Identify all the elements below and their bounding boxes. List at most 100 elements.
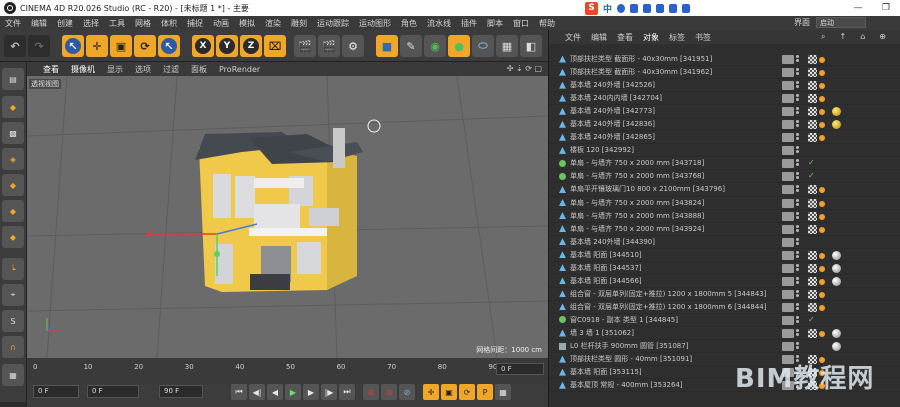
viewport-menu-item[interactable]: 摄像机 (71, 64, 95, 75)
rotate-icon[interactable]: ⟳ (134, 35, 156, 57)
start-frame-field[interactable]: 0 F (33, 385, 79, 398)
material-dot-icon[interactable] (819, 226, 825, 233)
material-dot-icon[interactable] (819, 122, 825, 129)
object-manager-menu-item[interactable]: 标签 (669, 32, 685, 43)
menu-item[interactable]: 脚本 (482, 18, 508, 29)
uvw-tag-icon[interactable] (808, 263, 817, 273)
visibility-dots-icon[interactable] (796, 159, 800, 167)
subdivision-icon[interactable]: ◉ (424, 35, 446, 57)
material-sphere-icon[interactable] (832, 276, 841, 286)
material-dot-icon[interactable] (819, 265, 825, 272)
ime-mic-icon[interactable] (643, 3, 652, 13)
scale-icon[interactable]: ▣ (110, 35, 132, 57)
edges-mode-icon[interactable]: ◆ (2, 200, 24, 222)
record-icon[interactable]: ⊘ (363, 384, 379, 400)
layer-checkbox-icon[interactable] (782, 302, 794, 312)
visibility-dots-icon[interactable] (796, 224, 800, 233)
object-row[interactable]: 楼板 120 [342992] (549, 144, 900, 158)
uvw-tag-icon[interactable] (808, 55, 817, 64)
menu-item[interactable]: 体积 (156, 18, 182, 29)
layer-checkbox-icon[interactable] (782, 55, 794, 64)
home-icon[interactable]: ⌂ (860, 32, 865, 42)
polygons-mode-icon[interactable]: ◆ (2, 226, 24, 248)
material-dot-icon[interactable] (819, 200, 825, 207)
viewport-menu-item[interactable]: 过滤 (163, 64, 179, 75)
material-dot-icon[interactable] (819, 330, 825, 337)
undo-icon[interactable]: ↶ (4, 35, 26, 57)
snap-icon[interactable]: S (2, 310, 24, 332)
timeline-ruler[interactable]: 0 10 20 30 40 50 60 70 80 90 (33, 363, 497, 377)
visibility-dots-icon[interactable] (796, 237, 800, 246)
material-sphere-icon[interactable] (832, 250, 841, 260)
object-row[interactable]: 单扇 - 与墙齐 750 x 2000 mm [343924] (549, 223, 900, 236)
visibility-dots-icon[interactable] (796, 263, 800, 272)
enabled-check-icon[interactable]: ✓ (808, 172, 817, 181)
magnet-icon[interactable]: ∩ (2, 336, 24, 358)
menu-item[interactable]: 窗口 (508, 18, 534, 29)
cloner-icon[interactable]: ● (448, 35, 470, 57)
uvw-tag-icon[interactable] (808, 120, 817, 130)
deformer-icon[interactable]: ⬭ (472, 35, 494, 57)
move-icon[interactable]: ✛ (86, 35, 108, 57)
ime-keyboard-icon[interactable] (656, 3, 665, 13)
material-dot-icon[interactable] (819, 57, 825, 63)
uvw-tag-icon[interactable] (808, 94, 817, 104)
gold-material-icon[interactable] (832, 120, 841, 130)
key-position-icon[interactable]: ✛ (423, 384, 439, 400)
camera-icon[interactable]: ◧ (520, 35, 542, 57)
visibility-dots-icon[interactable] (796, 342, 800, 350)
material-dot-icon[interactable] (819, 83, 825, 90)
uvw-tag-icon[interactable] (808, 224, 817, 234)
layout-select[interactable]: 启动 (816, 17, 866, 28)
material-dot-icon[interactable] (819, 135, 825, 142)
object-row[interactable]: 窗C0918 - 副本 类型 1 [344845] ✓ (549, 314, 900, 327)
next-key-icon[interactable]: |▶ (321, 384, 337, 400)
key-rotation-icon[interactable]: ⟳ (459, 384, 475, 400)
uvw-tag-icon[interactable] (808, 81, 817, 91)
object-manager-menu-item[interactable]: 查看 (617, 32, 633, 43)
viewport-menu-item[interactable]: ProRender (219, 65, 260, 74)
object-manager-menu-item[interactable]: 编辑 (591, 32, 607, 43)
workplane-icon[interactable]: ◈ (2, 148, 24, 170)
enabled-check-icon[interactable]: ✓ (808, 159, 817, 168)
ime-punct-icon[interactable] (617, 3, 626, 13)
visibility-dots-icon[interactable] (796, 250, 800, 259)
menu-item[interactable]: 动画 (208, 18, 234, 29)
visibility-dots-icon[interactable] (796, 94, 800, 102)
layer-checkbox-icon[interactable] (782, 159, 794, 169)
autokey-icon[interactable]: ⊘ (381, 384, 397, 400)
z-axis-icon[interactable]: Z (240, 35, 262, 57)
visibility-dots-icon[interactable] (796, 68, 800, 76)
layer-checkbox-icon[interactable] (782, 120, 794, 130)
uvw-tag-icon[interactable] (808, 250, 817, 260)
prev-frame-icon[interactable]: ◀ (267, 384, 283, 400)
go-to-end-icon[interactable]: ⏭ (339, 384, 355, 400)
menu-item[interactable]: 选择 (78, 18, 104, 29)
ime-emoji-icon[interactable] (630, 3, 639, 13)
material-dot-icon[interactable] (819, 109, 825, 116)
grid-icon[interactable]: ▦ (2, 364, 24, 386)
render-picture-icon[interactable]: 🎬 (318, 35, 340, 57)
material-dot-icon[interactable] (819, 213, 825, 220)
search-icon[interactable]: ⌕ (821, 32, 825, 42)
material-sphere-icon[interactable] (832, 263, 841, 273)
viewport-menu-item[interactable]: 显示 (107, 64, 123, 75)
redo-icon[interactable]: ↷ (28, 35, 50, 57)
prev-key-icon[interactable]: ◀| (249, 384, 265, 400)
layer-checkbox-icon[interactable] (782, 68, 794, 78)
visibility-dots-icon[interactable] (796, 302, 800, 311)
x-axis-icon[interactable]: X (192, 35, 214, 57)
uvw-tag-icon[interactable] (808, 198, 817, 208)
visibility-dots-icon[interactable] (796, 289, 800, 298)
axis-mode-icon[interactable]: ┕ (2, 258, 24, 280)
material-dot-icon[interactable] (819, 252, 825, 259)
visibility-dots-icon[interactable] (796, 172, 800, 180)
uvw-tag-icon[interactable] (808, 107, 817, 117)
menu-item[interactable]: 工具 (104, 18, 130, 29)
layer-checkbox-icon[interactable] (782, 289, 794, 299)
texture-mode-icon[interactable]: ▩ (2, 122, 24, 144)
uvw-tag-icon[interactable] (808, 289, 817, 299)
layer-checkbox-icon[interactable] (782, 211, 794, 221)
material-dot-icon[interactable] (819, 70, 825, 77)
menu-item[interactable]: 流水线 (422, 18, 456, 29)
